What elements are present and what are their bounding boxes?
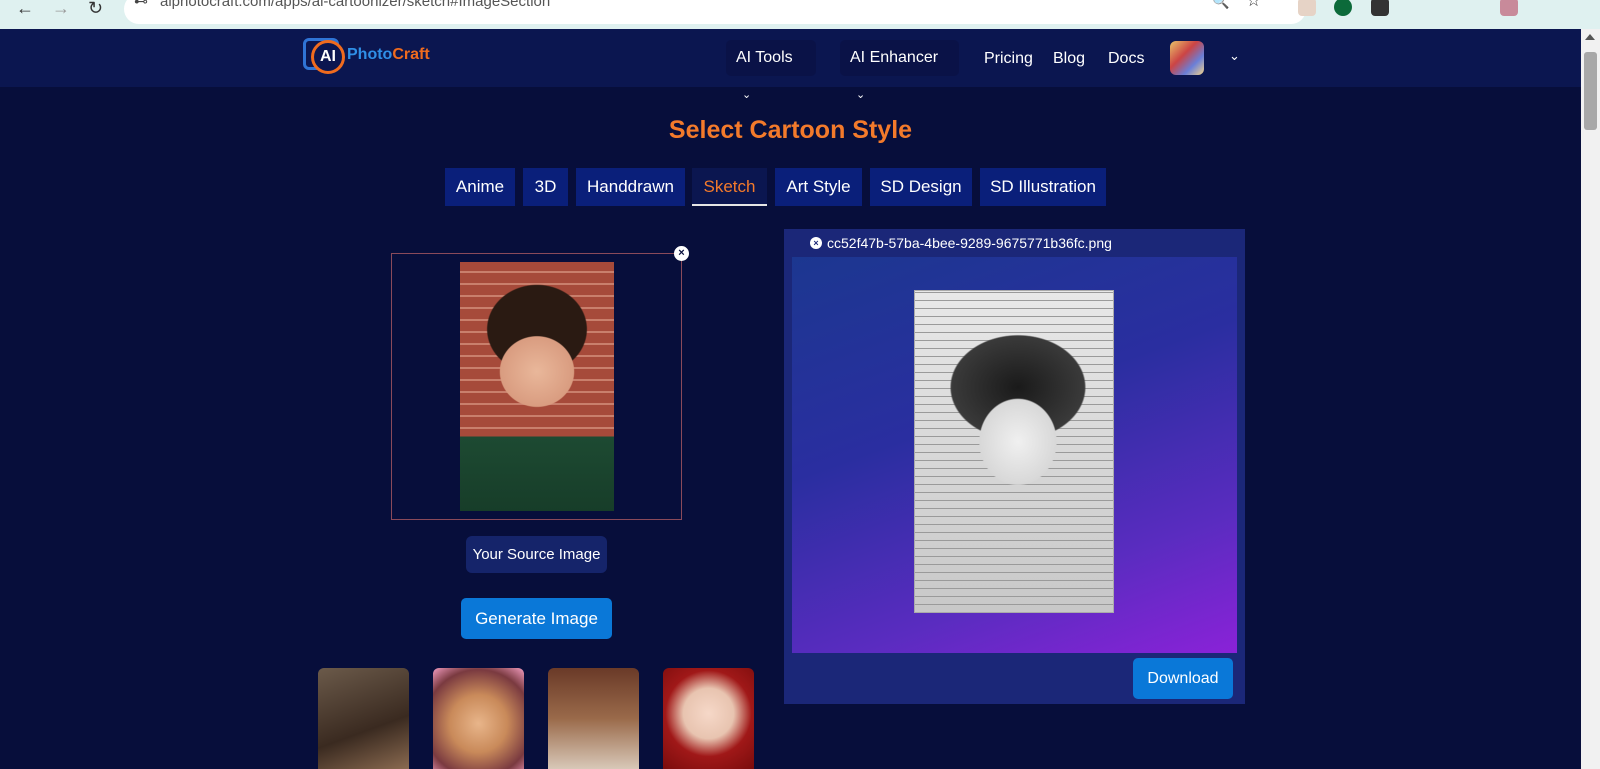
extensions-puzzle-icon[interactable] [1371, 0, 1389, 16]
account-chevron-down-icon[interactable]: ⌄ [1229, 48, 1240, 64]
ai-enhancer-menu[interactable]: AI Enhancer ⌄ [840, 40, 959, 101]
tab-anime[interactable]: Anime [445, 168, 515, 206]
remove-result-close-icon[interactable]: × [810, 237, 822, 249]
sample-image-4[interactable] [663, 668, 754, 769]
reading-list-icon[interactable] [1426, 0, 1444, 16]
ai-tools-label: AI Tools [736, 49, 793, 66]
ai-tools-menu[interactable]: AI Tools ⌄ [726, 40, 816, 101]
scroll-up-arrow-icon[interactable] [1585, 34, 1595, 40]
page-scrollbar[interactable] [1581, 29, 1600, 769]
chevron-down-icon: ⌄ [856, 89, 866, 101]
generate-image-button[interactable]: Generate Image [461, 598, 612, 639]
sketch-result-image [914, 290, 1114, 613]
tab-sd-design[interactable]: SD Design [870, 168, 972, 206]
page-title: Select Cartoon Style [668, 116, 913, 144]
tab-3d[interactable]: 3D [523, 168, 568, 206]
back-icon[interactable]: ← [16, 0, 34, 20]
site-logo[interactable]: AI PhotoCraft [303, 36, 433, 76]
download-button[interactable]: Download [1133, 658, 1233, 699]
pricing-link[interactable]: Pricing [984, 49, 1033, 69]
logo-photo-text: Photo [347, 46, 393, 63]
tab-sd-illustration[interactable]: SD Illustration [980, 168, 1106, 206]
site-info-icon[interactable]: ⊷ [134, 0, 148, 9]
source-image-label: Your Source Image [466, 536, 607, 573]
tab-sketch[interactable]: Sketch [692, 168, 767, 206]
extension-icon[interactable] [1298, 0, 1316, 16]
chevron-down-icon: ⌄ [742, 89, 752, 101]
blog-link[interactable]: Blog [1053, 49, 1085, 69]
profile-icon[interactable] [1500, 0, 1518, 16]
tab-handdrawn[interactable]: Handdrawn [576, 168, 685, 206]
ai-enhancer-label: AI Enhancer [850, 49, 939, 66]
zoom-icon[interactable]: 🔍 [1212, 0, 1229, 10]
logo-ai-badge: AI [311, 40, 345, 74]
logo-wordmark: PhotoCraft [347, 46, 430, 64]
docs-link[interactable]: Docs [1108, 49, 1144, 69]
forward-icon[interactable]: → [52, 0, 70, 20]
logo-craft-text: Craft [392, 46, 430, 63]
remove-source-close-icon[interactable]: × [674, 246, 689, 261]
source-image [460, 262, 614, 511]
result-filename: cc52f47b-57ba-4bee-9289-9675771b36fc.png [827, 235, 1112, 251]
sample-image-2[interactable] [433, 668, 524, 769]
download-icon[interactable] [1462, 0, 1480, 16]
grammarly-icon[interactable] [1334, 0, 1352, 16]
sample-image-3[interactable] [548, 668, 639, 769]
bookmark-star-icon[interactable]: ☆ [1246, 0, 1261, 10]
reload-icon[interactable]: ↻ [88, 0, 103, 20]
user-avatar[interactable] [1170, 41, 1204, 75]
tab-art-style[interactable]: Art Style [775, 168, 862, 206]
sample-image-1[interactable] [318, 668, 409, 769]
more-options-icon[interactable] [1536, 0, 1554, 16]
url-text[interactable]: aiphotocraft.com/apps/ai-cartoonizer/ske… [160, 0, 550, 10]
scrollbar-thumb[interactable] [1584, 52, 1597, 130]
address-bar[interactable]: ⊷ aiphotocraft.com/apps/ai-cartoonizer/s… [124, 0, 1306, 24]
browser-toolbar: ← → ↻ ⊷ aiphotocraft.com/apps/ai-cartoon… [0, 0, 1600, 29]
